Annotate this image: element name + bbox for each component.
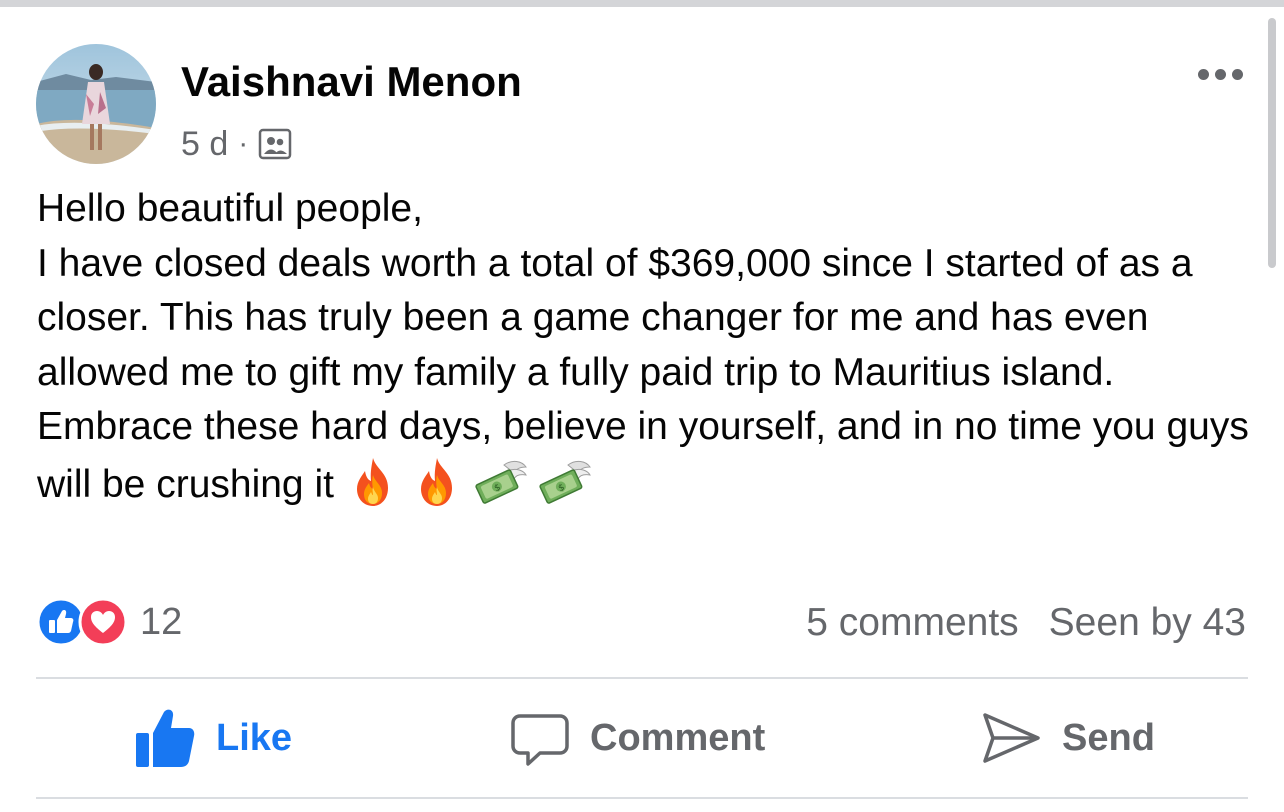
fire-emoji: [346, 455, 400, 509]
more-dot: [1231, 68, 1243, 80]
money-with-wings-emoji: $: [474, 455, 528, 509]
seen-by-link[interactable]: Seen by 43: [1049, 601, 1246, 645]
love-reaction-icon: [78, 597, 128, 647]
post-text-line: Hello beautiful people,: [37, 187, 423, 230]
avatar[interactable]: [36, 44, 156, 164]
comment-button[interactable]: Comment: [510, 700, 765, 776]
comment-bubble-icon: [510, 708, 570, 768]
reactions-summary[interactable]: 12: [36, 595, 182, 649]
comments-count-link[interactable]: 5 comments: [806, 601, 1018, 645]
group-icon: [258, 127, 292, 161]
post-card: Vaishnavi Menon 5 d · Hello beautiful pe…: [0, 0, 1284, 812]
post-meta: 5 d ·: [181, 124, 292, 164]
post-timestamp[interactable]: 5 d: [181, 125, 228, 164]
post-text: Hello beautiful people, I have closed de…: [37, 182, 1262, 512]
fire-emoji: [410, 455, 464, 509]
divider: [36, 677, 1248, 679]
like-button[interactable]: Like: [134, 700, 292, 776]
post-text-body: I have closed deals worth a total of $36…: [37, 237, 1262, 513]
money-with-wings-emoji: $: [538, 455, 592, 509]
comment-label: Comment: [590, 716, 766, 759]
send-button[interactable]: Send: [980, 700, 1155, 776]
thumbs-up-icon: [134, 707, 196, 769]
send-label: Send: [1062, 716, 1155, 759]
post-stats: 5 comments Seen by 43: [806, 597, 1246, 649]
post-text-line: I have closed deals worth a total of $36…: [37, 241, 1249, 506]
avatar-photo: [36, 44, 156, 164]
like-label: Like: [216, 716, 293, 759]
more-options-button[interactable]: [1190, 60, 1250, 88]
send-arrow-icon: [980, 707, 1042, 769]
more-horizontal-icon: [1197, 68, 1209, 80]
more-dot: [1214, 68, 1226, 80]
divider: [36, 797, 1248, 799]
meta-separator: ·: [238, 127, 249, 160]
reaction-count: 12: [140, 600, 183, 643]
emoji-row: $ $: [346, 455, 592, 509]
author-name[interactable]: Vaishnavi Menon: [181, 58, 522, 106]
